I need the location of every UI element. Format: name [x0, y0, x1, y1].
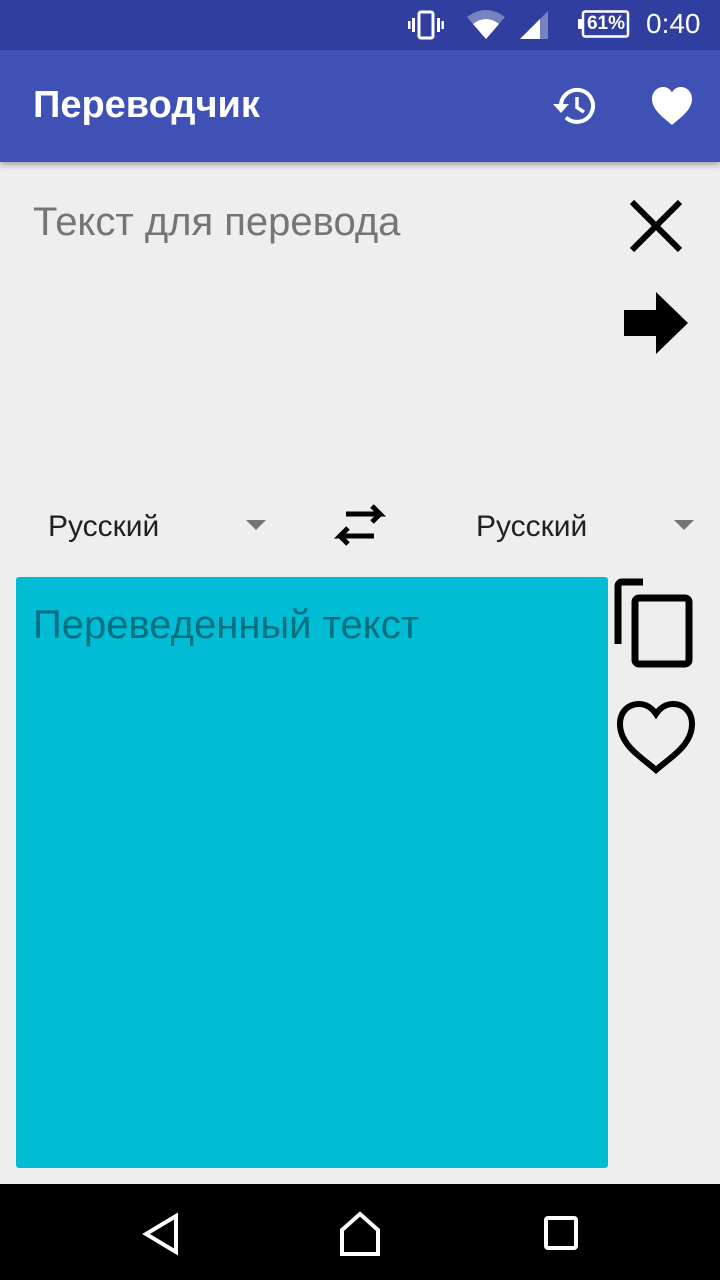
history-button[interactable] [548, 78, 604, 134]
app-bar: Переводчик [0, 50, 720, 162]
translate-input[interactable] [33, 200, 593, 245]
back-icon [142, 1212, 178, 1256]
favorites-button[interactable] [644, 78, 700, 134]
vibrate-icon [408, 10, 444, 40]
home-button[interactable] [330, 1202, 390, 1262]
app-title: Переводчик [33, 84, 260, 126]
add-favorite-button[interactable] [612, 696, 700, 780]
translate-button[interactable] [620, 288, 692, 358]
copy-button[interactable] [612, 578, 696, 672]
clock: 0:40 [646, 8, 701, 39]
signal-icon [520, 11, 548, 39]
translation-output: Переведенный текст [16, 577, 608, 1168]
status-bar: 61% 0:40 [0, 0, 720, 50]
back-button[interactable] [130, 1202, 190, 1262]
close-icon [629, 199, 683, 253]
recents-icon [544, 1216, 578, 1250]
home-icon [340, 1211, 380, 1256]
chevron-down-icon [674, 520, 694, 530]
target-language-select[interactable]: Русский [458, 500, 708, 556]
chevron-down-icon [246, 520, 266, 530]
wifi-icon [467, 10, 505, 39]
target-language-label: Русский [476, 510, 588, 543]
arrow-right-icon [624, 292, 688, 354]
clear-button[interactable] [624, 194, 688, 258]
heart-filled-icon [652, 87, 692, 125]
recents-button[interactable] [530, 1202, 590, 1262]
copy-icon [614, 578, 693, 668]
source-language-label: Русский [48, 510, 160, 543]
translated-text: Переведенный текст [33, 603, 420, 647]
battery-level: 61% [586, 13, 626, 34]
input-area [33, 200, 593, 460]
source-language-select[interactable]: Русский [30, 500, 280, 556]
heart-outline-icon [616, 700, 696, 775]
swap-icon [333, 504, 387, 546]
swap-languages-button[interactable] [328, 500, 392, 552]
history-icon [553, 87, 595, 124]
navigation-bar [0, 1184, 720, 1280]
